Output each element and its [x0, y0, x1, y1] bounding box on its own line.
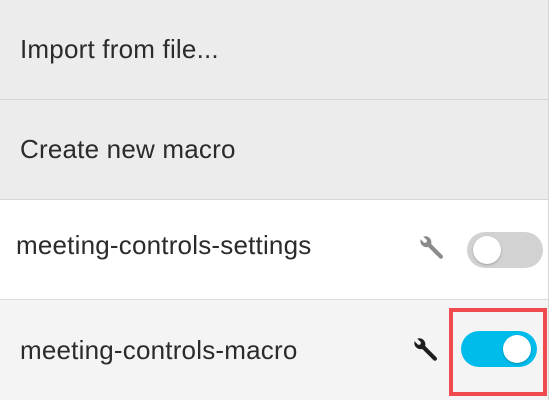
macro-name[interactable]: meeting-controls-macro: [20, 335, 298, 366]
toggle-knob: [473, 236, 501, 264]
macro-name[interactable]: meeting-controls-settings: [16, 230, 311, 261]
import-from-file-label: Import from file...: [20, 34, 219, 64]
create-new-macro-label: Create new macro: [20, 134, 236, 164]
wrench-icon[interactable]: [418, 234, 446, 262]
macro-enable-toggle[interactable]: [467, 232, 543, 268]
toggle-knob: [503, 335, 531, 363]
macro-row-meeting-controls-macro: meeting-controls-macro: [0, 300, 548, 400]
create-new-macro-item[interactable]: Create new macro: [0, 100, 548, 200]
wrench-icon[interactable]: [412, 336, 440, 364]
macro-enable-toggle[interactable]: [461, 331, 537, 367]
macro-row-meeting-controls-settings: meeting-controls-settings: [0, 200, 548, 300]
import-from-file-item[interactable]: Import from file...: [0, 0, 548, 100]
macro-list-panel: Import from file... Create new macro mee…: [0, 0, 549, 400]
